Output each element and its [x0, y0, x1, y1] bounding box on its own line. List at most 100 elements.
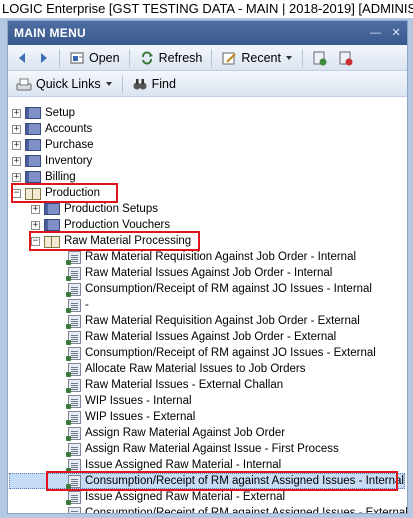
tree-leaf-item[interactable]: WIP Issues - Internal [66, 393, 192, 409]
form-icon [66, 346, 81, 361]
refresh-icon [141, 51, 153, 64]
tree-leaf-label: Raw Material Requisition Against Job Ord… [85, 315, 360, 327]
tree-leaf-item-selected[interactable]: Consumption/Receipt of RM against Assign… [66, 473, 404, 489]
book-icon [44, 203, 60, 215]
form-icon [66, 330, 81, 345]
tree-item-purchase[interactable]: + Purchase [12, 137, 94, 153]
form-icon [66, 394, 81, 409]
tree-item-label: Accounts [45, 123, 93, 135]
tree-leaf-item[interactable]: Consumption/Receipt of RM against Assign… [68, 505, 407, 513]
form-icon [66, 314, 81, 329]
expand-icon[interactable]: + [12, 140, 21, 150]
quick-links-label: Quick Links [36, 76, 101, 91]
add-favorite-icon [313, 51, 327, 65]
form-icon [66, 378, 81, 393]
expand-icon[interactable]: + [12, 156, 21, 166]
tree-item-accounts[interactable]: + Accounts [12, 121, 92, 137]
arrow-right-icon [41, 52, 47, 63]
back-button[interactable] [12, 47, 32, 69]
tree-leaf-item[interactable]: WIP Issues - External [66, 409, 196, 425]
recent-label: Recent [241, 50, 281, 65]
tree-leaf-item[interactable]: Issue Assigned Raw Material - Internal [66, 457, 282, 473]
tree-item-production[interactable]: − Production [12, 185, 100, 201]
expand-icon[interactable]: + [31, 204, 40, 214]
tree-item-label: Production Setups [64, 203, 158, 215]
expand-icon[interactable]: + [12, 108, 21, 118]
tree-leaf-item[interactable]: Assign Raw Material Against Job Order [66, 425, 285, 441]
tree-leaf-item[interactable]: - [66, 297, 89, 313]
form-icon [66, 282, 81, 297]
tree-leaf-item[interactable]: Consumption/Receipt of RM against JO Iss… [66, 345, 376, 361]
tree-leaf-item[interactable]: Raw Material Issues - External Challan [66, 377, 284, 393]
form-icon [66, 266, 81, 281]
toolbar-divider [301, 48, 303, 67]
main-menu-header: MAIN MENU ― ✕ [8, 21, 407, 45]
form-icon [66, 442, 81, 457]
tree-leaf-label: Raw Material Issues - External Challan [85, 379, 284, 391]
open-button[interactable]: Open [65, 47, 124, 69]
tree-item-label: Raw Material Processing [64, 235, 192, 247]
tree-item-label: Setup [45, 107, 76, 119]
add-favorite-button[interactable] [308, 47, 332, 69]
tree-item-label: Production Vouchers [64, 219, 171, 231]
tree-leaf-item[interactable]: Allocate Raw Material Issues to Job Orde… [66, 361, 306, 377]
recent-button[interactable]: Recent [217, 47, 297, 69]
quick-links-button[interactable]: Quick Links [12, 73, 117, 95]
form-icon [66, 474, 81, 489]
form-icon [66, 458, 81, 473]
arrow-left-icon [19, 52, 25, 63]
tree-item-label: Inventory [45, 155, 93, 167]
main-menu-panel: MAIN MENU ― ✕ Open Refresh Recent Quick … [7, 20, 408, 514]
remove-favorite-button[interactable] [334, 47, 358, 69]
form-icon [66, 490, 81, 505]
toolbar-divider [121, 74, 123, 93]
tree-leaf-label: Consumption/Receipt of RM against JO Iss… [85, 283, 372, 295]
toolbar-navigation: Open Refresh Recent [8, 45, 407, 71]
forward-button[interactable] [34, 47, 54, 69]
remove-favorite-icon [339, 51, 353, 65]
window-title: LOGIC Enterprise [GST TESTING DATA - MAI… [0, 0, 413, 18]
find-button[interactable]: Find [128, 73, 180, 95]
book-icon [25, 123, 41, 135]
open-book-icon [25, 187, 41, 200]
tree-leaf-item[interactable]: Raw Material Issues Against Job Order - … [66, 329, 336, 345]
tree-leaf-label: Assign Raw Material Against Issue - Firs… [85, 443, 339, 455]
tree-item-raw-material-processing[interactable]: − Raw Material Processing [31, 233, 191, 249]
chevron-down-icon [105, 81, 112, 86]
tree-leaf-item[interactable]: Raw Material Requisition Against Job Ord… [66, 313, 360, 329]
tree-item-billing[interactable]: + Billing [12, 169, 76, 185]
form-icon [66, 298, 81, 313]
close-icon[interactable]: ✕ [391, 21, 401, 45]
tree-leaf-label: Issue Assigned Raw Material - Internal [85, 459, 282, 471]
tree-leaf-label: Allocate Raw Material Issues to Job Orde… [85, 363, 306, 375]
tree-leaf-item[interactable]: Raw Material Issues Against Job Order - … [66, 265, 332, 281]
tree-leaf-item[interactable]: Assign Raw Material Against Issue - Firs… [66, 441, 339, 457]
chevron-down-icon [285, 55, 292, 60]
collapse-icon[interactable]: − [31, 236, 40, 246]
tree-leaf-label: WIP Issues - External [85, 411, 196, 423]
tree-leaf-item[interactable]: Consumption/Receipt of RM against JO Iss… [66, 281, 372, 297]
open-icon [70, 52, 84, 63]
form-icon [66, 426, 81, 441]
refresh-button[interactable]: Refresh [135, 47, 207, 69]
toolbar-divider [128, 48, 130, 67]
expand-icon[interactable]: + [31, 220, 40, 230]
pin-icon[interactable]: ― [370, 21, 381, 45]
refresh-label: Refresh [158, 50, 203, 65]
tree-item-inventory[interactable]: + Inventory [12, 153, 92, 169]
tree-item-setup[interactable]: + Setup [12, 105, 75, 121]
form-icon [66, 410, 81, 425]
tree-item-label: Billing [45, 171, 76, 183]
tree-leaf-item[interactable]: Issue Assigned Raw Material - External [66, 489, 285, 505]
tree-leaf-label: Consumption/Receipt of RM against JO Iss… [85, 347, 376, 359]
tree-item-production-setups[interactable]: + Production Setups [31, 201, 158, 217]
tree-item-label: Production [45, 187, 100, 199]
tree-item-production-vouchers[interactable]: + Production Vouchers [31, 217, 170, 233]
form-icon [66, 250, 81, 265]
tree-leaf-item[interactable]: Raw Material Requisition Against Job Ord… [66, 249, 357, 265]
collapse-icon[interactable]: − [12, 188, 21, 198]
toolbar-divider [211, 48, 213, 67]
tree-leaf-label: Raw Material Requisition Against Job Ord… [85, 251, 357, 263]
expand-icon[interactable]: + [12, 124, 21, 134]
expand-icon[interactable]: + [12, 172, 21, 182]
